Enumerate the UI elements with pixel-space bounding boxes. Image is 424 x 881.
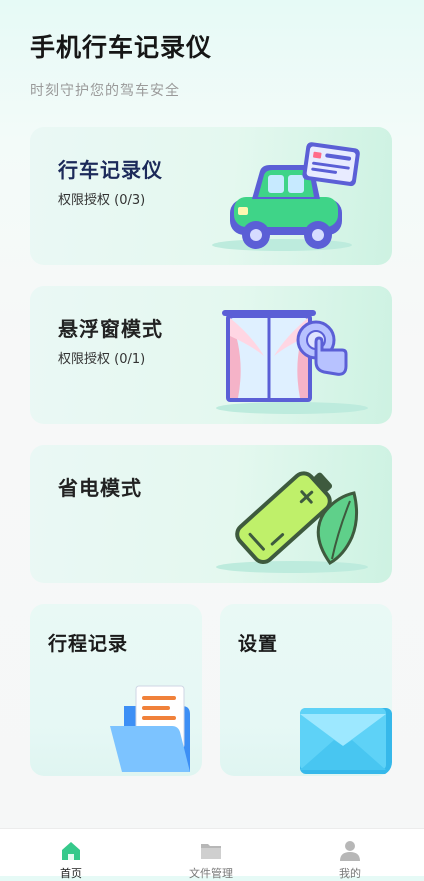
tab-file-management[interactable]: 文件管理 [166,829,256,880]
tab-home-label: 首页 [60,867,82,880]
tab-file-management-label: 文件管理 [189,867,233,880]
page-title: 手机行车记录仪 [30,33,213,62]
floating-window-permission-status: 权限授权 (0/1) [58,352,146,367]
settings-card-title: 设置 [238,633,279,655]
floating-window-card[interactable]: 悬浮窗模式 权限授权 (0/1) [30,286,392,424]
tab-mine-label: 我的 [339,867,361,880]
settings-card[interactable]: 设置 [220,604,392,776]
tab-home[interactable]: 首页 [26,829,116,880]
bottom-tab-bar: 首页 文件管理 我的 [0,828,424,880]
battery-leaf-illustration [216,471,368,573]
envelope-illustration [300,708,392,774]
dashcam-card[interactable]: 行车记录仪 权限授权 (0/3) [30,127,392,265]
trip-records-card-title: 行程记录 [48,633,129,655]
power-saving-card[interactable]: 省电模式 [30,445,392,583]
tab-mine[interactable]: 我的 [305,829,395,880]
page-subtitle: 时刻守护您的驾车安全 [30,83,180,99]
car-dashcam-illustration [212,142,360,251]
folder-document-illustration [110,685,190,772]
dashcam-permission-status: 权限授权 (0/3) [58,193,146,208]
trip-records-card[interactable]: 行程记录 [30,604,202,776]
dashcam-card-title: 行车记录仪 [58,158,163,182]
floating-window-card-title: 悬浮窗模式 [58,317,163,341]
home-icon [62,842,80,860]
page-header: 手机行车记录仪 时刻守护您的驾车安全 [30,28,212,100]
power-saving-card-title: 省电模式 [58,476,142,500]
user-icon [340,841,360,861]
window-tap-illustration [216,310,368,414]
folder-icon [201,844,221,859]
